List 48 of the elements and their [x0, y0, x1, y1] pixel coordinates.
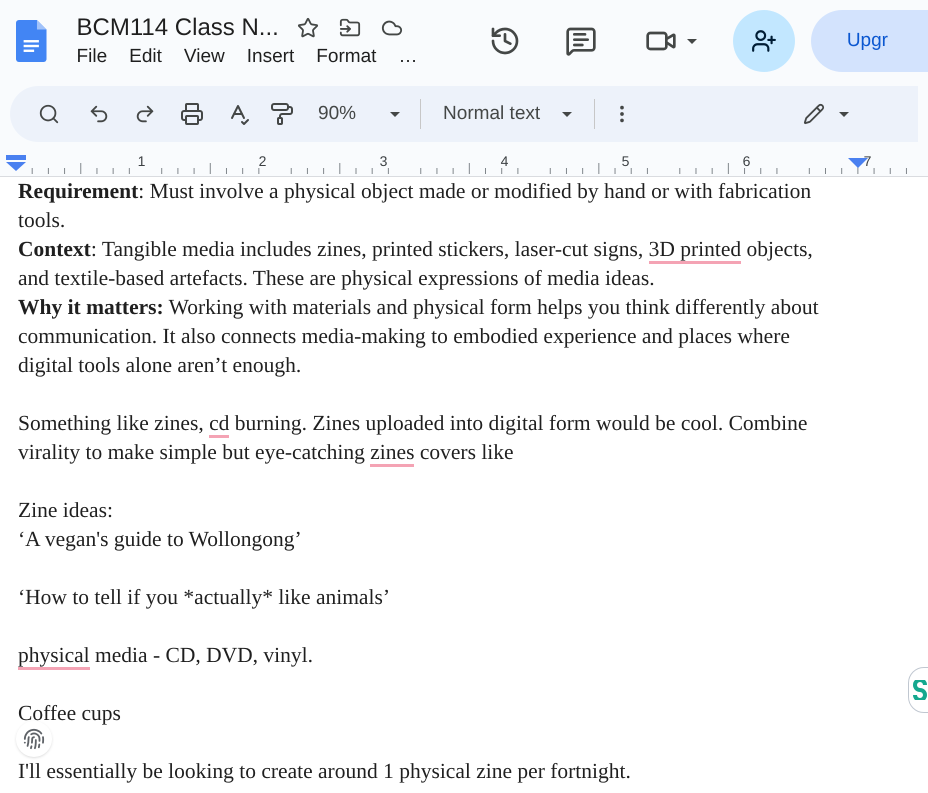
document-paragraph: Context: Tangible media includes zines, printed stickers, laser-cut signs, 3D printed objects, and textile-based artefacts. These are physical expressions of media ideas. — [18, 236, 814, 292]
document-paragraph: Coffee cups — [18, 700, 122, 727]
comments-icon[interactable] — [564, 25, 597, 57]
menu-item[interactable]: View — [184, 45, 225, 69]
paint-format-icon[interactable] — [270, 102, 294, 126]
ruler-number: 5 — [622, 152, 630, 170]
caret-icon — [686, 38, 697, 44]
menu-item[interactable]: Edit — [129, 45, 162, 69]
pencil-icon — [803, 103, 826, 125]
fingerprint-button[interactable] — [16, 721, 52, 757]
print-icon[interactable] — [180, 102, 204, 126]
menu-item[interactable]: Insert — [246, 45, 294, 69]
menu-item[interactable]: File — [76, 45, 108, 69]
upgrade-button[interactable]: Upgr — [810, 10, 928, 72]
widget-logo-icon — [913, 680, 927, 700]
caret-icon — [390, 112, 400, 116]
fingerprint-icon — [23, 728, 45, 750]
ruler-number: 2 — [258, 152, 266, 170]
undo-icon[interactable] — [88, 103, 110, 125]
document-paragraph: physical media - CD, DVD, vinyl. — [18, 641, 838, 670]
document-paragraph: Something like zines, cd burning. Zines uploaded into digital form would be cool. Combine virality to make simple but eye-catching zines covers like — [18, 409, 838, 467]
ruler-number: 3 — [380, 152, 388, 170]
document-title[interactable]: BCM114 Class N... — [76, 13, 279, 43]
document-logo-icon[interactable] — [16, 19, 47, 63]
ruler-number: 1 — [138, 152, 146, 170]
add-person-icon — [750, 28, 777, 54]
document-paragraph: Zine ideas: — [18, 497, 114, 524]
document-paragraph: Why it matters: Working with materials and physical form helps you think differently about communication. It also connects media-making to embodied experience and places where digital tools alone aren’t enough. — [18, 294, 820, 379]
redo-icon[interactable] — [134, 103, 156, 125]
search-icon[interactable] — [38, 103, 60, 125]
caret-icon — [562, 112, 572, 116]
version-history-icon[interactable] — [488, 25, 521, 57]
document-paragraph: ‘A vegan's guide to Wollongong’ — [18, 526, 303, 553]
caret-icon — [839, 112, 850, 116]
zoom-dropdown[interactable]: 90% — [318, 100, 400, 128]
indent-marker-icon[interactable] — [6, 155, 26, 171]
paragraph-style-dropdown[interactable]: Normal text — [443, 100, 572, 128]
document-paragraph: Requirement: Must involve a physical object made or modified by hand or with fabrication tools. — [18, 178, 812, 234]
menu-item[interactable]: Format — [316, 45, 376, 69]
document-paragraph: ‘How to tell if you *actually* like animals’ — [18, 584, 391, 611]
ruler-number: 4 — [500, 152, 508, 170]
move-folder-icon[interactable] — [338, 17, 361, 39]
editing-mode-button[interactable] — [803, 103, 850, 125]
menu-item[interactable]: … — [398, 45, 418, 69]
ruler-number: 6 — [742, 152, 750, 170]
star-icon[interactable] — [296, 17, 319, 39]
ruler-number: 7 — [864, 152, 872, 170]
document-paragraph: I'll essentially be looking to create around 1 physical zine per fortnight. — [18, 758, 632, 785]
